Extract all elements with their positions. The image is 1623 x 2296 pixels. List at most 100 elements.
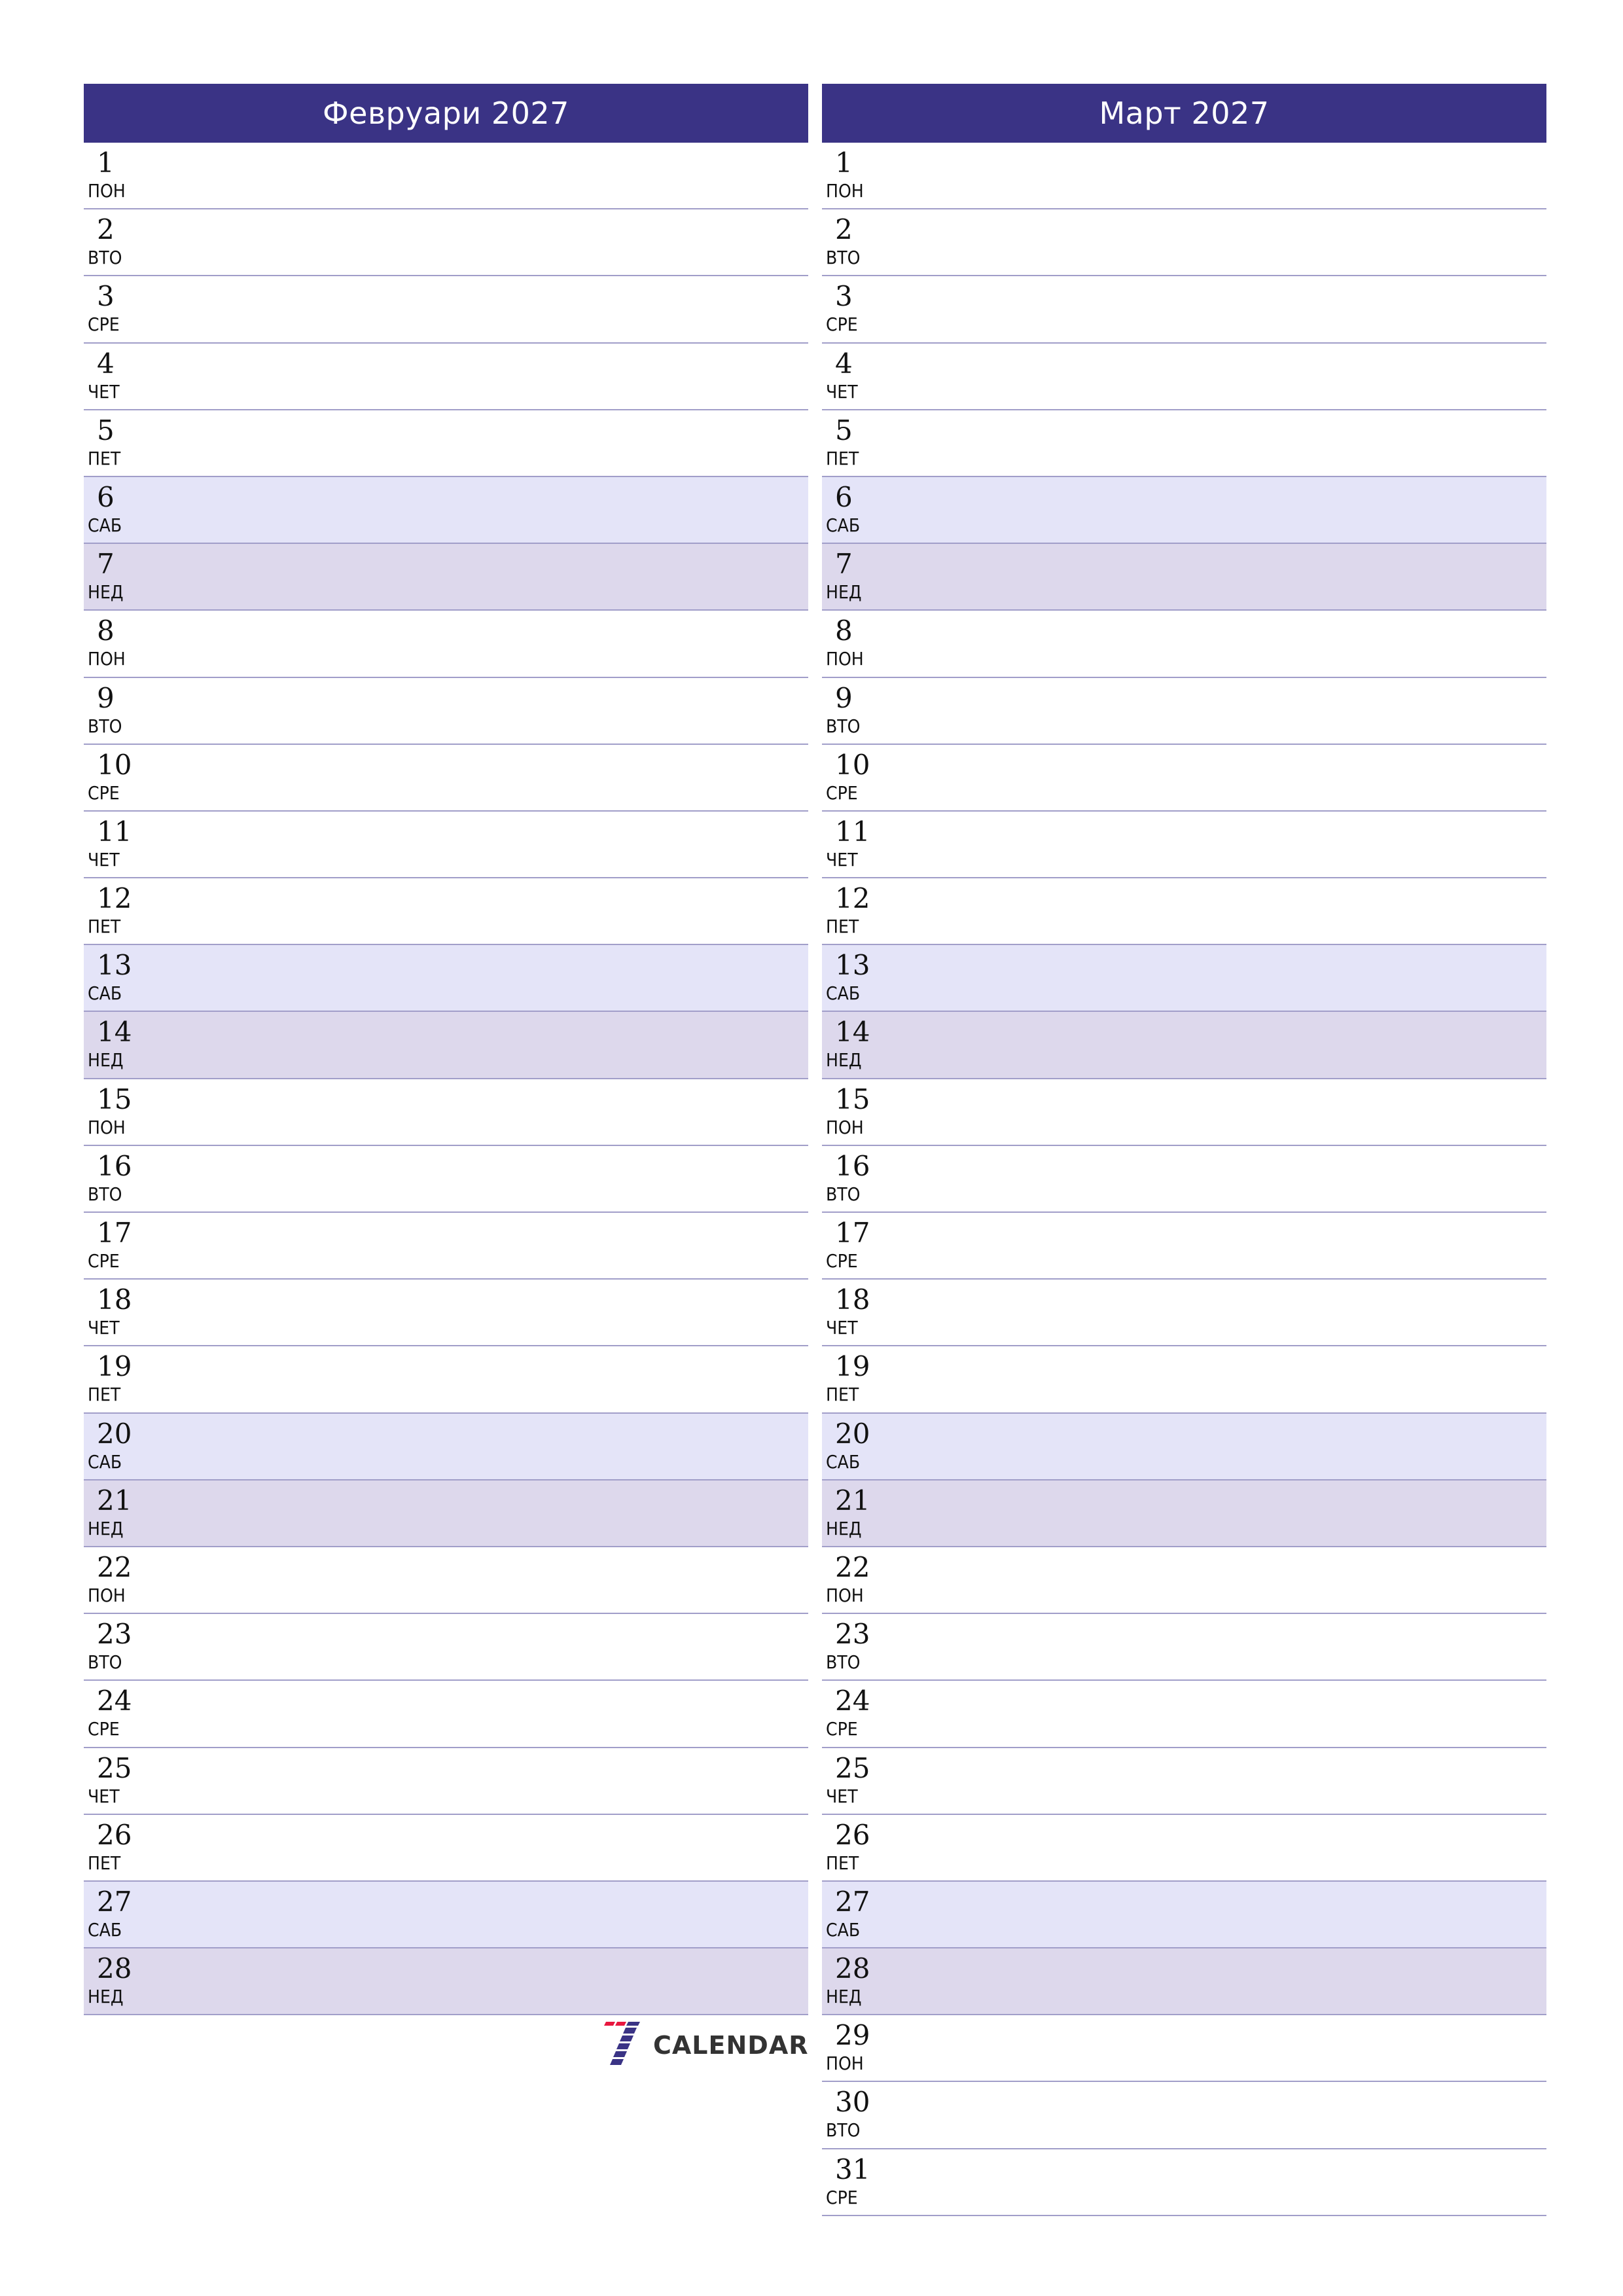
day-row[interactable]: 18 ЧЕТ bbox=[822, 1280, 1546, 1347]
day-row[interactable]: 29 ПОН bbox=[822, 2015, 1546, 2083]
day-row[interactable]: 4 ЧЕТ bbox=[822, 344, 1546, 410]
day-row[interactable]: 24 СРЕ bbox=[822, 1681, 1546, 1748]
day-row[interactable]: 5 ПЕТ bbox=[822, 410, 1546, 477]
day-row[interactable]: 4 ЧЕТ bbox=[84, 344, 808, 410]
day-row[interactable]: 21 НЕД bbox=[822, 1480, 1546, 1547]
weekday-label: САБ bbox=[88, 1918, 122, 1941]
day-row[interactable]: 16 ВТО bbox=[84, 1146, 808, 1213]
weekday-label: НЕД bbox=[826, 1986, 862, 2008]
weekday-label: ПЕТ bbox=[88, 447, 121, 469]
day-row[interactable]: 19 ПЕТ bbox=[822, 1346, 1546, 1414]
weekday-label: ВТО bbox=[88, 1183, 122, 1205]
day-number: 7 bbox=[97, 548, 115, 581]
day-row[interactable]: 26 ПЕТ bbox=[822, 1815, 1546, 1882]
day-row[interactable]: 20 САБ bbox=[84, 1413, 808, 1480]
weekday-label: ПЕТ bbox=[88, 916, 121, 938]
day-row[interactable]: 12 ПЕТ bbox=[822, 878, 1546, 946]
day-number: 30 bbox=[835, 2086, 870, 2119]
weekday-label: ПЕТ bbox=[826, 1384, 859, 1406]
day-row[interactable]: 26 ПЕТ bbox=[84, 1815, 808, 1882]
day-row[interactable]: 10 СРЕ bbox=[822, 745, 1546, 812]
day-row[interactable]: 25 ЧЕТ bbox=[822, 1748, 1546, 1815]
day-row[interactable]: 11 ЧЕТ bbox=[84, 812, 808, 879]
weekday-label: ПОН bbox=[826, 2053, 864, 2075]
weekday-label: САБ bbox=[88, 982, 122, 1005]
day-number: 24 bbox=[97, 1685, 132, 1717]
day-row[interactable]: 6 САБ bbox=[822, 476, 1546, 545]
day-row[interactable]: 2 ВТО bbox=[84, 209, 808, 277]
day-number: 11 bbox=[835, 815, 870, 848]
day-number: 7 bbox=[835, 548, 853, 581]
day-row[interactable]: 20 САБ bbox=[822, 1413, 1546, 1480]
day-row[interactable]: 31 СРЕ bbox=[822, 2149, 1546, 2216]
weekday-label: СРЕ bbox=[826, 314, 858, 336]
weekday-label: ЧЕТ bbox=[826, 848, 858, 870]
weekday-label: СРЕ bbox=[88, 781, 120, 804]
month-february: Февруари 2027 1 ПОН 2 ВТО 3 СРЕ 4 ЧЕТ 5 ПЕТ 6 САБ 7 Н… bbox=[84, 84, 808, 2016]
day-row[interactable]: 3 СРЕ bbox=[84, 276, 808, 344]
day-row[interactable]: 2 ВТО bbox=[822, 209, 1546, 277]
month-march: Март 2027 1 ПОН 2 ВТО 3 СРЕ 4 ЧЕТ 5 ПЕТ 6 САБ 7 НЕД 8 П… bbox=[822, 84, 1546, 2216]
day-row[interactable]: 23 ВТО bbox=[84, 1614, 808, 1681]
day-row[interactable]: 8 ПОН bbox=[84, 611, 808, 678]
day-number: 14 bbox=[835, 1016, 870, 1049]
day-row[interactable]: 5 ПЕТ bbox=[84, 410, 808, 477]
day-row[interactable]: 14 НЕД bbox=[822, 1012, 1546, 1079]
day-row[interactable]: 28 НЕД bbox=[84, 1948, 808, 2016]
day-row[interactable]: 17 СРЕ bbox=[822, 1213, 1546, 1280]
weekday-label: НЕД bbox=[88, 581, 124, 603]
day-row[interactable]: 1 ПОН bbox=[84, 143, 808, 210]
day-row[interactable]: 27 САБ bbox=[822, 1881, 1546, 1949]
day-row[interactable]: 18 ЧЕТ bbox=[84, 1280, 808, 1347]
day-row[interactable]: 9 ВТО bbox=[84, 678, 808, 745]
day-row[interactable]: 7 НЕД bbox=[822, 544, 1546, 611]
day-row[interactable]: 6 САБ bbox=[84, 476, 808, 545]
weekday-label: ПЕТ bbox=[826, 447, 859, 469]
day-row[interactable]: 21 НЕД bbox=[84, 1480, 808, 1547]
weekday-label: ПОН bbox=[826, 1584, 864, 1606]
day-row[interactable]: 19 ПЕТ bbox=[84, 1346, 808, 1414]
day-number: 20 bbox=[835, 1417, 870, 1450]
day-number: 1 bbox=[97, 147, 115, 179]
day-number: 26 bbox=[835, 1818, 870, 1851]
weekday-label: ПОН bbox=[826, 180, 864, 202]
weekday-label: ПЕТ bbox=[88, 1852, 121, 1874]
day-row[interactable]: 25 ЧЕТ bbox=[84, 1748, 808, 1815]
day-row[interactable]: 10 СРЕ bbox=[84, 745, 808, 812]
day-number: 3 bbox=[97, 280, 115, 313]
day-row[interactable]: 16 ВТО bbox=[822, 1146, 1546, 1213]
day-row[interactable]: 30 ВТО bbox=[822, 2082, 1546, 2149]
weekday-label: ПЕТ bbox=[826, 1852, 859, 1874]
weekday-label: ЧЕТ bbox=[826, 1785, 858, 1807]
day-row[interactable]: 9 ВТО bbox=[822, 678, 1546, 745]
day-row[interactable]: 24 СРЕ bbox=[84, 1681, 808, 1748]
day-number: 21 bbox=[835, 1484, 870, 1516]
day-number: 19 bbox=[97, 1350, 132, 1383]
weekday-label: ПОН bbox=[88, 1116, 126, 1138]
day-row[interactable]: 7 НЕД bbox=[84, 544, 808, 611]
day-row[interactable]: 14 НЕД bbox=[84, 1012, 808, 1079]
day-row[interactable]: 23 ВТО bbox=[822, 1614, 1546, 1681]
day-row[interactable]: 27 САБ bbox=[84, 1881, 808, 1949]
day-row[interactable]: 8 ПОН bbox=[822, 611, 1546, 678]
day-row[interactable]: 1 ПОН bbox=[822, 143, 1546, 210]
day-row[interactable]: 15 ПОН bbox=[84, 1079, 808, 1146]
day-row[interactable]: 22 ПОН bbox=[84, 1547, 808, 1615]
day-number: 8 bbox=[97, 615, 115, 647]
day-row[interactable]: 22 ПОН bbox=[822, 1547, 1546, 1615]
day-row[interactable]: 13 САБ bbox=[84, 945, 808, 1013]
day-number: 9 bbox=[97, 681, 115, 714]
month-header: Февруари 2027 bbox=[84, 84, 808, 143]
day-row[interactable]: 11 ЧЕТ bbox=[822, 812, 1546, 879]
weekday-label: САБ bbox=[88, 514, 122, 536]
day-number: 2 bbox=[97, 213, 115, 246]
day-row[interactable]: 28 НЕД bbox=[822, 1948, 1546, 2016]
day-row[interactable]: 3 СРЕ bbox=[822, 276, 1546, 344]
day-row[interactable]: 17 СРЕ bbox=[84, 1213, 808, 1280]
day-row[interactable]: 12 ПЕТ bbox=[84, 878, 808, 946]
day-row[interactable]: 13 САБ bbox=[822, 945, 1546, 1013]
day-number: 18 bbox=[835, 1283, 870, 1316]
weekday-label: ЧЕТ bbox=[88, 848, 120, 870]
day-row[interactable]: 15 ПОН bbox=[822, 1079, 1546, 1146]
day-number: 27 bbox=[835, 1885, 870, 1918]
